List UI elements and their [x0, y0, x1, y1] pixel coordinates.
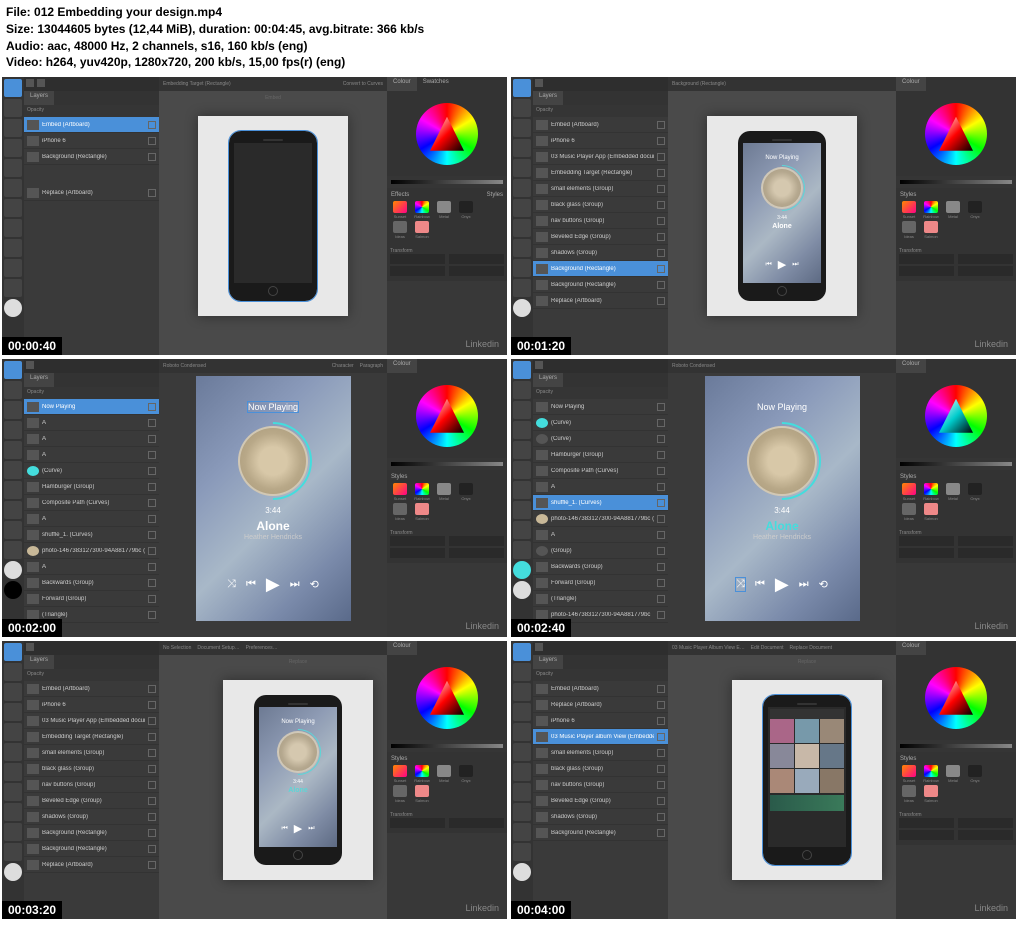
- move-tool-icon[interactable]: [4, 79, 22, 97]
- layers-tab[interactable]: Layers: [24, 91, 54, 105]
- tool-icon[interactable]: [4, 179, 22, 197]
- thumbnail-grid: Layers Opacity Embed (Artboard) iPhone 6…: [0, 75, 1024, 921]
- artboard: Embed: [198, 116, 348, 316]
- thumb-3: Layers Opacity Now Playing A A A (Curve)…: [2, 359, 507, 637]
- thumb-6: Layers Opacity Embed (Artboard) Replace …: [511, 641, 1016, 919]
- tool-icon[interactable]: [4, 159, 22, 177]
- transform-panel: Transform: [387, 245, 507, 281]
- thumb-4: Layers Opacity Now Playing (Curve) (Curv…: [511, 359, 1016, 637]
- opacity-row: Opacity: [24, 105, 159, 117]
- watermark: Linkedin: [465, 339, 499, 349]
- tool-icon[interactable]: [4, 259, 22, 277]
- canvas[interactable]: Background (Rectangle) Now Playing3:44Al…: [668, 77, 896, 355]
- tool-icon[interactable]: [4, 119, 22, 137]
- tool-icon[interactable]: [4, 99, 22, 117]
- thumb-1: Layers Opacity Embed (Artboard) iPhone 6…: [2, 77, 507, 355]
- thumb-5: Layers Opacity Embed (Artboard) iPhone 6…: [2, 641, 507, 919]
- tool-icon[interactable]: [4, 199, 22, 217]
- layers-panel: Layers Opacity Embed (Artboard) iPhone 6…: [24, 77, 159, 355]
- phone-mockup[interactable]: [229, 131, 317, 301]
- tool-icon[interactable]: [4, 279, 22, 297]
- tool-icon[interactable]: [4, 139, 22, 157]
- canvas[interactable]: Embedding Target (Rectangle)Convert to C…: [159, 77, 387, 355]
- layer-list[interactable]: Embed (Artboard) iPhone 6 Background (Re…: [24, 117, 159, 355]
- tool-icon[interactable]: [4, 239, 22, 257]
- album-grid-view[interactable]: [768, 707, 846, 847]
- layer-list[interactable]: Embed (Artboard) iPhone 6 03 Music Playe…: [533, 117, 668, 355]
- panel-header: [24, 77, 159, 91]
- foreground-color-icon[interactable]: [4, 299, 22, 317]
- tool-icon[interactable]: [4, 219, 22, 237]
- file-metadata: File: 012 Embedding your design.mp4 Size…: [0, 0, 1024, 75]
- right-panel: ColourSwatches EffectsStyles Sunset Rain…: [387, 77, 507, 355]
- swatches-panel: EffectsStyles Sunset Rainbow Metal Onyx …: [387, 188, 507, 245]
- color-wheel[interactable]: [387, 91, 507, 176]
- thumb-2: Layers Opacity Embed (Artboard) iPhone 6…: [511, 77, 1016, 355]
- tool-column: [2, 77, 24, 355]
- timestamp: 00:00:40: [2, 337, 62, 355]
- music-player-design[interactable]: Now Playing 3:44 Alone Heather Hendricks…: [196, 376, 351, 621]
